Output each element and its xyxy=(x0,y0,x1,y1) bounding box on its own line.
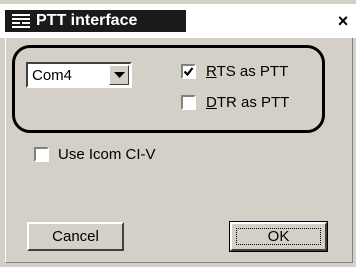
ok-button-face: OK xyxy=(230,222,327,251)
dtr-label-rest: TR as PTT xyxy=(216,94,290,111)
ptt-settings-group xyxy=(12,45,325,133)
cancel-button-label: Cancel xyxy=(52,228,99,245)
icom-civ-label[interactable]: Use Icom CI-V xyxy=(58,146,156,163)
checkmark-icon xyxy=(183,67,194,77)
icom-civ-checkbox[interactable] xyxy=(34,147,49,162)
ptt-interface-dialog: PTT interface × Com4 RTS as PTT DTR as P… xyxy=(0,0,356,267)
title-bar-active: PTT interface xyxy=(5,10,186,32)
close-button[interactable]: × xyxy=(333,11,353,31)
rts-mnemonic: R xyxy=(206,63,217,80)
ptt-app-icon xyxy=(11,13,31,29)
port-select[interactable]: Com4 xyxy=(26,62,132,88)
title-bar[interactable]: PTT interface × xyxy=(0,4,356,38)
cancel-button[interactable]: Cancel xyxy=(27,222,124,251)
port-select-value: Com4 xyxy=(32,67,73,84)
dtr-checkbox-label[interactable]: DTR as PTT xyxy=(206,94,289,111)
dtr-checkbox[interactable] xyxy=(181,95,196,110)
window-title: PTT interface xyxy=(36,12,138,29)
port-select-arrow[interactable] xyxy=(109,65,129,85)
ok-button[interactable]: OK xyxy=(229,221,328,252)
rts-checkbox[interactable] xyxy=(181,64,196,79)
chevron-down-icon xyxy=(114,72,125,78)
dtr-mnemonic: D xyxy=(206,94,217,111)
rts-checkbox-label[interactable]: RTS as PTT xyxy=(206,63,288,80)
ok-button-label: OK xyxy=(267,228,290,245)
close-icon: × xyxy=(337,11,349,31)
rts-label-rest: TS as PTT xyxy=(216,63,289,80)
